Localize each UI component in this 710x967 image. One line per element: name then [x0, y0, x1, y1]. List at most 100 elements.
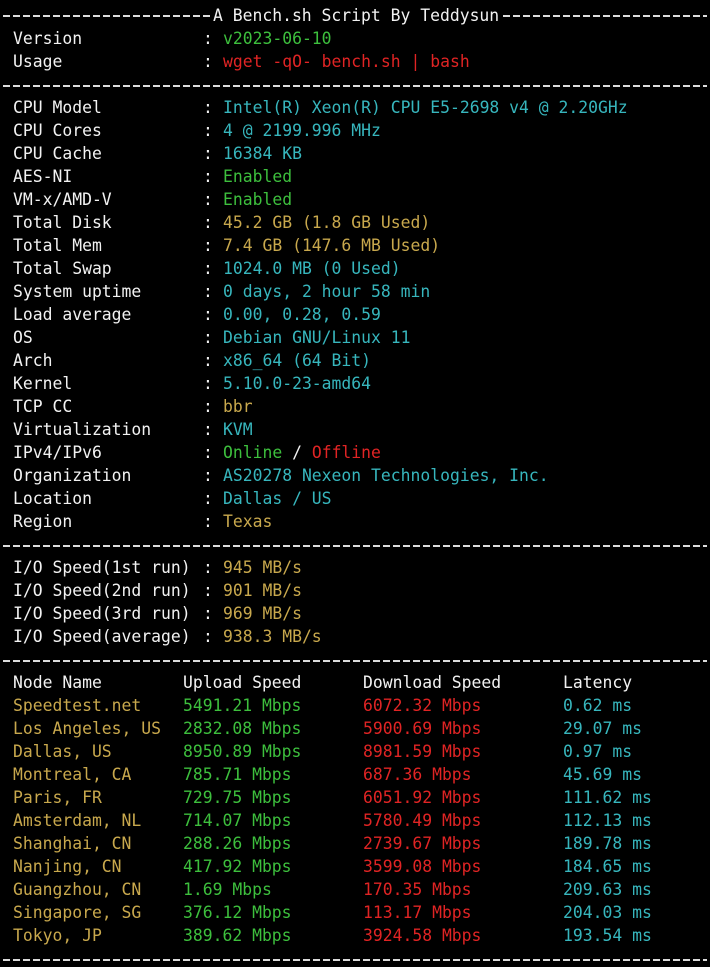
- io-row-label: I/O Speed(3rd run): [13, 604, 191, 623]
- upload-speed: 417.92 Mbps: [183, 857, 292, 876]
- system-row: Virtualization: KVM: [0, 418, 710, 441]
- io-row-value: 901 MB/s: [223, 581, 302, 600]
- header-upload-speed: Upload Speed: [183, 673, 302, 692]
- system-row-value: KVM: [223, 420, 253, 439]
- colon: :: [203, 489, 213, 508]
- io-row-label: I/O Speed(1st run): [13, 558, 191, 577]
- download-speed: 5780.49 Mbps: [363, 811, 482, 830]
- speedtest-row: Speedtest.net 5491.21 Mbps 6072.32 Mbps 0.6…: [0, 694, 710, 717]
- system-row: VM-x/AMD-V: Enabled: [0, 188, 710, 211]
- latency: 112.13 ms: [563, 811, 652, 830]
- system-row-value: Enabled: [223, 167, 293, 186]
- version-line: Version : v2023-06-10: [0, 27, 710, 50]
- system-row-value: Intel(R) Xeon(R) CPU E5-2698 v4 @ 2.20GH…: [223, 98, 628, 117]
- latency: 45.69 ms: [563, 765, 642, 784]
- colon: :: [203, 52, 213, 71]
- speedtest-row: Shanghai, CN 288.26 Mbps 2739.67 Mbps 189.7…: [0, 832, 710, 855]
- download-speed: 113.17 Mbps: [363, 903, 472, 922]
- system-row-value: Enabled: [223, 190, 293, 209]
- colon: :: [203, 167, 213, 186]
- system-row-value: x86_64 (64 Bit): [223, 351, 372, 370]
- ipv4-status: Online: [223, 443, 283, 462]
- system-row-value: bbr: [223, 397, 253, 416]
- usage-line: Usage : wget -qO- bench.sh | bash: [0, 50, 710, 73]
- download-speed: 2739.67 Mbps: [363, 834, 482, 853]
- system-row-value: 16384 KB: [223, 144, 302, 163]
- system-row-label: CPU Cache: [13, 144, 102, 163]
- region-label: Region: [13, 512, 73, 531]
- colon: :: [203, 282, 213, 301]
- system-row: Total Swap:1024.0 MB (0 Used): [0, 257, 710, 280]
- system-row-label: CPU Cores: [13, 121, 102, 140]
- colon: :: [203, 121, 213, 140]
- latency: 0.62 ms: [563, 696, 633, 715]
- colon: :: [203, 29, 213, 48]
- colon: :: [203, 213, 213, 232]
- script-title: A Bench.sh Script By Teddysun: [210, 4, 503, 27]
- colon: :: [203, 420, 213, 439]
- system-row-value: 0.00, 0.28, 0.59: [223, 305, 381, 324]
- speedtest-row: Dallas, US 8950.89 Mbps 8981.59 Mbps 0.97 m…: [0, 740, 710, 763]
- io-row: I/O Speed(average):938.3 MB/s: [0, 625, 710, 648]
- speedtest-row: Montreal, CA 785.71 Mbps 687.36 Mbps 45.69 …: [0, 763, 710, 786]
- latency: 111.62 ms: [563, 788, 652, 807]
- location-value: Dallas / US: [223, 489, 332, 508]
- io-row-value: 969 MB/s: [223, 604, 302, 623]
- upload-speed: 376.12 Mbps: [183, 903, 292, 922]
- system-row: CPU Model: Intel(R) Xeon(R) CPU E5-2698 v…: [0, 96, 710, 119]
- region-value: Texas: [223, 512, 273, 531]
- separator: [3, 959, 707, 961]
- colon: :: [203, 558, 213, 577]
- speedtest-row: Los Angeles, US 2832.08 Mbps 5900.69 Mbps 2…: [0, 717, 710, 740]
- system-row-value: 7.4 GB (147.6 MB Used): [223, 236, 441, 255]
- system-row: OS: Debian GNU/Linux 11: [0, 326, 710, 349]
- io-row: I/O Speed(1st run):945 MB/s: [0, 556, 710, 579]
- node-name: Amsterdam, NL: [13, 811, 142, 830]
- terminal-window: A Bench.sh Script By Teddysun Version : …: [0, 0, 710, 967]
- upload-speed: 1.69 Mbps: [183, 880, 272, 899]
- system-row: AES-NI: Enabled: [0, 165, 710, 188]
- speedtest-row: Tokyo, JP 389.62 Mbps 3924.58 Mbps 193.54 m…: [0, 924, 710, 947]
- system-row-value: Debian GNU/Linux 11: [223, 328, 411, 347]
- node-name: Guangzhou, CN: [13, 880, 142, 899]
- usage-label: Usage: [13, 52, 63, 71]
- colon: :: [203, 604, 213, 623]
- system-row: System uptime:0 days, 2 hour 58 min: [0, 280, 710, 303]
- speedtest-row: Amsterdam, NL 714.07 Mbps 5780.49 Mbps 112.…: [0, 809, 710, 832]
- system-row: Kernel:5.10.0-23-amd64: [0, 372, 710, 395]
- node-name: Dallas, US: [13, 742, 112, 761]
- colon: :: [203, 190, 213, 209]
- node-name: Shanghai, CN: [13, 834, 132, 853]
- download-speed: 3599.08 Mbps: [363, 857, 482, 876]
- latency: 204.03 ms: [563, 903, 652, 922]
- system-row-value: 5.10.0-23-amd64: [223, 374, 372, 393]
- header-latency: Latency: [563, 673, 633, 692]
- upload-speed: 2832.08 Mbps: [183, 719, 302, 738]
- system-row: CPU Cache:16384 KB: [0, 142, 710, 165]
- region-line: Region : Texas: [0, 510, 710, 533]
- system-row-label: Arch: [13, 351, 53, 370]
- system-row-label: Load average: [13, 305, 132, 324]
- io-row: I/O Speed(2nd run):901 MB/s: [0, 579, 710, 602]
- colon: :: [203, 512, 213, 531]
- system-row-label: Total Mem: [13, 236, 102, 255]
- download-speed: 687.36 Mbps: [363, 765, 472, 784]
- io-row-label: I/O Speed(average): [13, 627, 191, 646]
- system-row-label: Virtualization: [13, 420, 152, 439]
- system-row-label: VM-x/AMD-V: [13, 190, 112, 209]
- ipv-label: IPv4/IPv6: [13, 443, 102, 462]
- upload-speed: 288.26 Mbps: [183, 834, 292, 853]
- system-row-label: CPU Model: [13, 98, 102, 117]
- ipv6-status: Offline: [311, 443, 381, 462]
- usage-value[interactable]: wget -qO- bench.sh | bash: [223, 50, 470, 73]
- io-row: I/O Speed(3rd run):969 MB/s: [0, 602, 710, 625]
- system-row-label: OS: [13, 328, 33, 347]
- speedtest-row: Nanjing, CN 417.92 Mbps 3599.08 Mbps 184.65…: [0, 855, 710, 878]
- version-value: v2023-06-10: [223, 29, 332, 48]
- header-download-speed: Download Speed: [363, 673, 502, 692]
- system-row-label: Kernel: [13, 374, 73, 393]
- system-row-label: System uptime: [13, 282, 142, 301]
- node-name: Tokyo, JP: [13, 926, 102, 945]
- download-speed: 6072.32 Mbps: [363, 696, 482, 715]
- system-row-value: 1024.0 MB (0 Used): [223, 259, 401, 278]
